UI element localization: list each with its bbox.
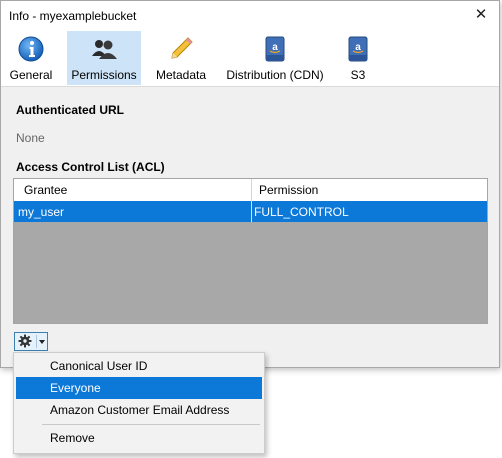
amazon-drive-icon: a <box>265 36 285 62</box>
menu-item-label: Everyone <box>50 381 101 395</box>
tab-distribution[interactable]: a Distribution (CDN) <box>223 31 327 85</box>
menu-item-remove[interactable]: Remove <box>16 427 262 449</box>
pencil-icon <box>171 37 193 59</box>
acl-heading: Access Control List (ACL) <box>16 160 165 174</box>
gear-icon <box>18 334 32 348</box>
window-title: Info - myexamplebucket <box>9 9 137 23</box>
auth-url-heading: Authenticated URL <box>16 103 124 117</box>
tab-general-label: General <box>9 68 53 82</box>
tab-metadata-label: Metadata <box>155 68 207 82</box>
menu-item-label: Remove <box>50 431 95 445</box>
acl-table[interactable]: Grantee Permission my_user FULL_CONTROL <box>13 178 488 324</box>
menu-item-label: Amazon Customer Email Address <box>50 403 230 417</box>
chevron-down-icon <box>39 340 45 344</box>
menu-item-everyone[interactable]: Everyone <box>16 377 262 399</box>
acl-actions-button[interactable] <box>14 332 48 351</box>
permissions-panel: Authenticated URL None Access Control Li… <box>1 87 499 367</box>
amazon-drive-icon: a <box>348 36 368 62</box>
column-header-permission[interactable]: Permission <box>259 183 318 197</box>
tab-s3[interactable]: a S3 <box>333 31 383 85</box>
info-window: Info - myexamplebucket ✕ General Permiss… <box>0 0 500 368</box>
auth-url-value: None <box>16 131 45 145</box>
menu-separator <box>42 424 260 425</box>
column-header-grantee[interactable]: Grantee <box>24 183 67 197</box>
toolbar: General Permissions Metadata a Distribut… <box>1 30 499 87</box>
tab-permissions[interactable]: Permissions <box>67 31 141 85</box>
menu-item-canonical-user-id[interactable]: Canonical User ID <box>16 355 262 377</box>
svg-text:a: a <box>355 42 361 53</box>
permission-cell[interactable]: FULL_CONTROL <box>254 205 349 219</box>
tab-s3-label: S3 <box>350 68 366 82</box>
tab-general[interactable]: General <box>3 31 59 85</box>
menu-item-label: Canonical User ID <box>50 359 148 373</box>
table-row[interactable]: my_user FULL_CONTROL <box>14 201 487 222</box>
svg-text:a: a <box>272 42 278 53</box>
tab-distribution-label: Distribution (CDN) <box>226 68 324 82</box>
info-icon <box>18 36 44 62</box>
tab-metadata[interactable]: Metadata <box>149 31 213 85</box>
grantee-cell[interactable]: my_user <box>18 205 64 219</box>
tab-permissions-label: Permissions <box>71 68 137 82</box>
title-bar: Info - myexamplebucket ✕ <box>1 1 499 30</box>
close-icon[interactable]: ✕ <box>473 7 489 23</box>
acl-context-menu: Canonical User ID Everyone Amazon Custom… <box>13 352 265 454</box>
acl-table-header: Grantee Permission <box>14 179 487 202</box>
users-icon <box>92 40 117 59</box>
menu-item-amazon-email[interactable]: Amazon Customer Email Address <box>16 399 262 421</box>
